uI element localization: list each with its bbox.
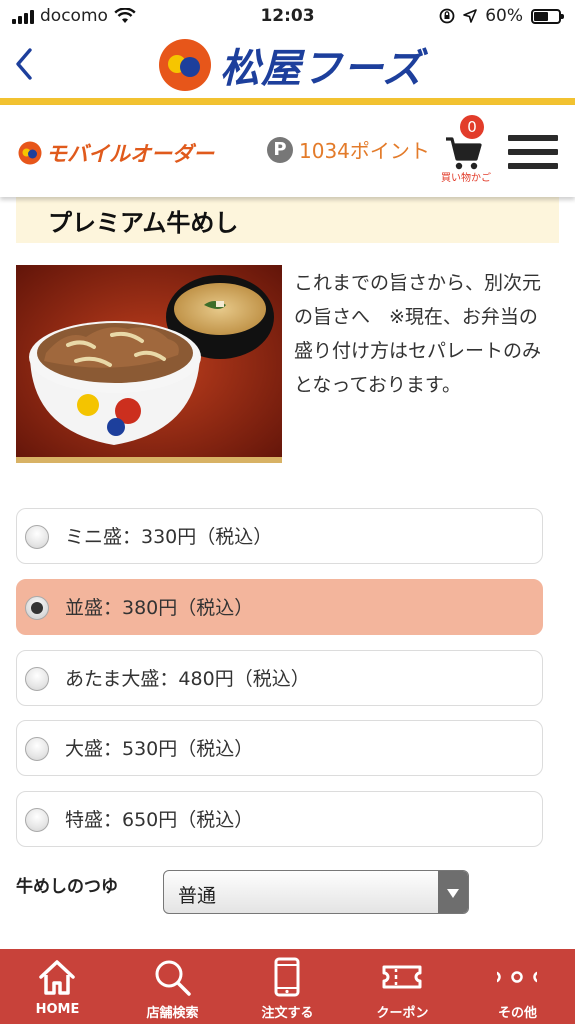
- rotation-lock-icon: [439, 8, 455, 24]
- search-icon: [155, 960, 191, 996]
- tab-store-search[interactable]: 店舗検索: [115, 949, 230, 1024]
- cart-label: 買い物かご: [441, 173, 491, 184]
- points-value: 1034ポイント: [299, 139, 430, 163]
- option-label: 大盛：530円（税込）: [65, 738, 254, 760]
- tab-label: 店舗検索: [146, 1006, 199, 1021]
- product-title-bar: プレミアム牛めし: [16, 197, 559, 243]
- mobile-order-logo[interactable]: モバイルオーダー: [18, 138, 214, 168]
- product-image: [16, 265, 282, 463]
- location-icon: [463, 9, 478, 23]
- tab-bar: HOME 店舗検索 注文する クーポン その他: [0, 949, 575, 1024]
- brand-name: 松屋フーズ: [220, 46, 423, 92]
- points-icon: P: [267, 136, 293, 163]
- cart-button[interactable]: 0 買い物かご: [436, 113, 496, 189]
- tab-label: クーポン: [376, 1006, 429, 1021]
- status-bar: docomo 12:03 60%: [0, 0, 575, 32]
- matsuya-logo-icon: [159, 39, 211, 91]
- battery-icon: [531, 8, 564, 24]
- app-header: 松屋フーズ: [0, 32, 575, 98]
- dropdown-arrow-icon: [438, 871, 468, 913]
- mobile-order-logo-icon: [18, 141, 42, 165]
- status-right: 60%: [439, 6, 564, 26]
- size-option-extra-large[interactable]: 特盛：650円（税込）: [16, 791, 543, 847]
- cart-count-badge: 0: [460, 115, 484, 139]
- product-description: これまでの旨さから、別次元の旨さへ ※現在、お弁当の盛り付け方はセパレートのみと…: [294, 272, 542, 396]
- option-label: 特盛：650円（税込）: [65, 809, 254, 831]
- radio-button[interactable]: [25, 596, 49, 620]
- tsuyu-label: 牛めしのつゆ: [16, 877, 118, 897]
- radio-button[interactable]: [25, 737, 49, 761]
- radio-button[interactable]: [25, 667, 49, 691]
- tab-label: 注文する: [261, 1006, 314, 1021]
- menu-button[interactable]: [508, 135, 558, 175]
- radio-button[interactable]: [25, 808, 49, 832]
- product-title: プレミアム牛めし: [48, 209, 239, 237]
- brand-logo: 松屋フーズ: [158, 36, 423, 94]
- back-button[interactable]: [10, 42, 46, 86]
- tab-label: HOME: [35, 1002, 80, 1017]
- tsuyu-selected-value: 普通: [178, 885, 217, 907]
- battery-percent: 60%: [485, 6, 523, 26]
- battery-fill: [534, 11, 549, 21]
- option-label: 並盛：380円（税込）: [65, 597, 254, 619]
- size-option-mini[interactable]: ミニ盛：330円（税込）: [16, 508, 543, 564]
- size-option-atama-large[interactable]: あたま大盛：480円（税込）: [16, 650, 543, 706]
- tab-label: その他: [497, 1006, 537, 1021]
- chevron-left-icon: [16, 48, 32, 80]
- size-option-large[interactable]: 大盛：530円（税込）: [16, 720, 543, 776]
- home-icon: [39, 960, 75, 995]
- size-option-regular[interactable]: 並盛：380円（税込）: [16, 579, 543, 635]
- tsuyu-select[interactable]: 普通: [163, 870, 469, 914]
- option-label: あたま大盛：480円（税込）: [65, 668, 310, 690]
- points-display: P 1034ポイント: [267, 135, 430, 164]
- radio-button[interactable]: [25, 525, 49, 549]
- tab-coupon[interactable]: クーポン: [345, 949, 460, 1024]
- header-divider: [0, 98, 575, 105]
- tab-order[interactable]: 注文する: [230, 949, 345, 1024]
- mobile-order-title: モバイルオーダー: [46, 142, 214, 166]
- phone-icon: [274, 957, 300, 997]
- more-icon: [497, 971, 537, 983]
- hamburger-icon: [508, 135, 558, 169]
- tab-more[interactable]: その他: [460, 949, 575, 1024]
- order-bar: モバイルオーダー P 1034ポイント 0 買い物かご: [0, 105, 575, 197]
- ticket-icon: [382, 965, 422, 989]
- cart-icon: [446, 137, 482, 170]
- tab-home[interactable]: HOME: [0, 949, 115, 1024]
- option-label: ミニ盛：330円（税込）: [65, 526, 273, 548]
